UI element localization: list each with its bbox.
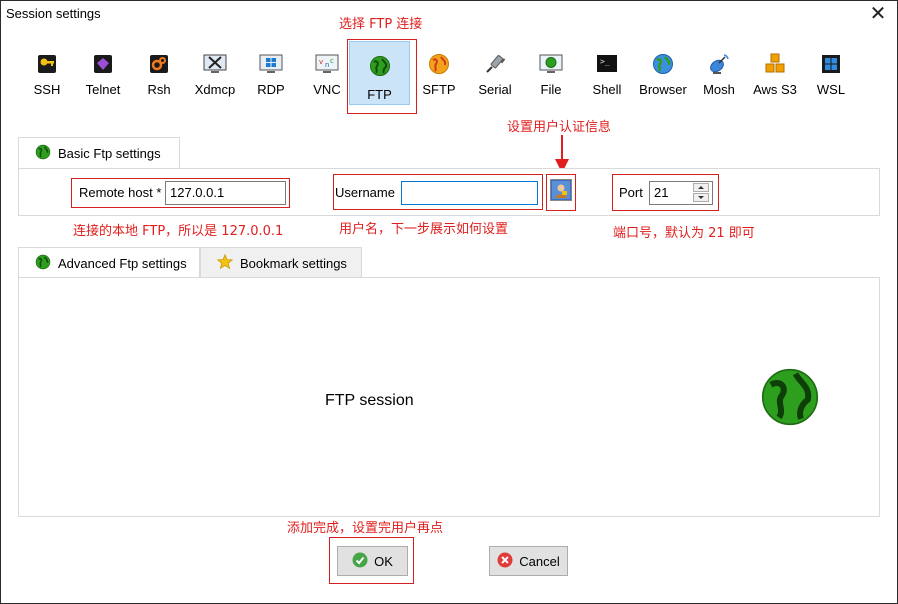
globe-icon [35,144,51,163]
user-icon [552,181,570,199]
windows-monitor-icon [258,51,284,77]
browser-globe-icon [650,51,676,77]
svg-text:c: c [330,57,334,65]
orange-globe-icon [426,51,452,77]
annotation-box-ftp [347,39,417,114]
ok-label: OK [374,553,393,569]
port-stepper[interactable] [693,183,711,205]
annotation-select-ftp: 选择 FTP 连接 [339,17,423,32]
terminal-icon: >_ [594,51,620,77]
ok-button[interactable]: OK [337,546,408,576]
windows-logo-icon [818,51,844,77]
tab-basic-label: Basic Ftp settings [58,146,161,161]
key-icon [34,51,60,77]
check-icon [352,552,368,571]
gem-icon [90,51,116,77]
plug-icon [482,51,508,77]
cancel-icon [497,552,513,571]
annotation-local-host-note: 连接的本地 FTP，所以是 127.0.0.1 [73,224,284,239]
svg-text:>_: >_ [600,57,610,66]
protocol-ssh[interactable]: SSH [19,49,75,105]
large-globe-icon [760,367,820,430]
annotation-finish-note: 添加完成，设置完用户再点 [287,521,444,536]
x-screen-icon [202,51,228,77]
protocol-shell[interactable]: >_ Shell [579,49,635,105]
protocol-browser[interactable]: Browser [635,49,691,105]
username-label: Username [335,185,395,200]
tab-advanced-ftp-settings[interactable]: Advanced Ftp settings [18,247,200,279]
cancel-label: Cancel [519,553,560,569]
tab-basic-ftp-settings[interactable]: Basic Ftp settings [18,137,180,169]
stepper-down-icon[interactable] [693,193,709,202]
window-title: Session settings [6,6,101,21]
annotation-port-note: 端口号，默认为 21 即可 [613,226,755,241]
star-icon [216,253,234,273]
file-monitor-icon [538,51,564,77]
remote-host-label: Remote host * [79,185,162,200]
session-title: FTP session [325,392,414,409]
gears-icon [146,51,172,77]
protocol-sftp[interactable]: SFTP [411,49,467,105]
advanced-settings-panel: FTP session [18,277,880,517]
protocol-serial[interactable]: Serial [467,49,523,105]
tab-bookmark-settings[interactable]: Bookmark settings [200,247,362,279]
satellite-icon [706,51,732,77]
stepper-up-icon[interactable] [693,183,709,192]
annotation-set-user-auth: 设置用户认证信息 [507,120,612,135]
user-credentials-button[interactable] [550,179,572,201]
remote-host-input[interactable]: 127.0.0.1 [165,181,286,205]
svg-text:v: v [319,58,323,66]
svg-text:n: n [325,61,329,69]
protocol-file[interactable]: File [523,49,579,105]
protocol-telnet[interactable]: Telnet [75,49,131,105]
tab-bookmark-label: Bookmark settings [240,256,347,271]
username-input[interactable] [401,181,538,205]
protocol-xdmcp[interactable]: Xdmcp [187,49,243,105]
globe-icon [35,254,51,273]
cubes-icon [762,51,788,77]
title-bar: Session settings ✕ [1,1,897,29]
protocol-aws-s3[interactable]: Aws S3 [747,49,803,105]
session-settings-dialog: Session settings ✕ 选择 FTP 连接 SSH Telnet … [0,0,898,604]
protocol-rsh[interactable]: Rsh [131,49,187,105]
port-label: Port [619,185,643,200]
protocol-rdp[interactable]: RDP [243,49,299,105]
cancel-button[interactable]: Cancel [489,546,568,576]
protocol-mosh[interactable]: Mosh [691,49,747,105]
protocol-wsl[interactable]: WSL [803,49,859,105]
tab-advanced-label: Advanced Ftp settings [58,256,187,271]
vnc-monitor-icon: vnc [314,51,340,77]
close-icon[interactable]: ✕ [865,2,891,26]
annotation-username-note: 用户名，下一步展示如何设置 [339,222,509,237]
